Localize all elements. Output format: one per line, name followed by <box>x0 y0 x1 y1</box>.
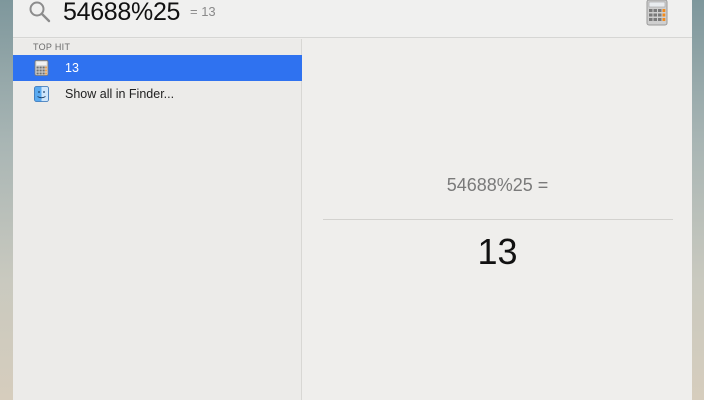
result-item-calculation[interactable]: 13 <box>13 55 302 81</box>
result-item-show-all-in-finder[interactable]: Show all in Finder... <box>13 81 302 107</box>
spotlight-window: 54688%25 = 13 TOP HIT 13 Show all in Fin… <box>13 0 692 400</box>
result-item-label: Show all in Finder... <box>65 87 175 101</box>
desktop-background-right <box>692 0 704 400</box>
inline-result: = 13 <box>190 4 216 19</box>
results-list: TOP HIT 13 Show all in Finder... <box>13 39 302 400</box>
search-input[interactable]: 54688%25 <box>63 0 180 27</box>
section-header: TOP HIT <box>33 42 71 52</box>
search-bar[interactable]: 54688%25 = 13 <box>13 0 692 38</box>
finder-icon <box>34 86 49 102</box>
preview-pane: 54688%25 = 13 <box>303 39 692 400</box>
calculation-expression: 54688%25 = <box>446 175 549 195</box>
calculator-icon <box>646 0 668 26</box>
desktop-background-left <box>0 0 13 400</box>
divider <box>323 219 673 220</box>
calculator-icon <box>34 60 49 76</box>
result-item-label: 13 <box>65 61 79 75</box>
search-icon <box>29 1 51 23</box>
calculation-result: 13 <box>477 231 518 272</box>
